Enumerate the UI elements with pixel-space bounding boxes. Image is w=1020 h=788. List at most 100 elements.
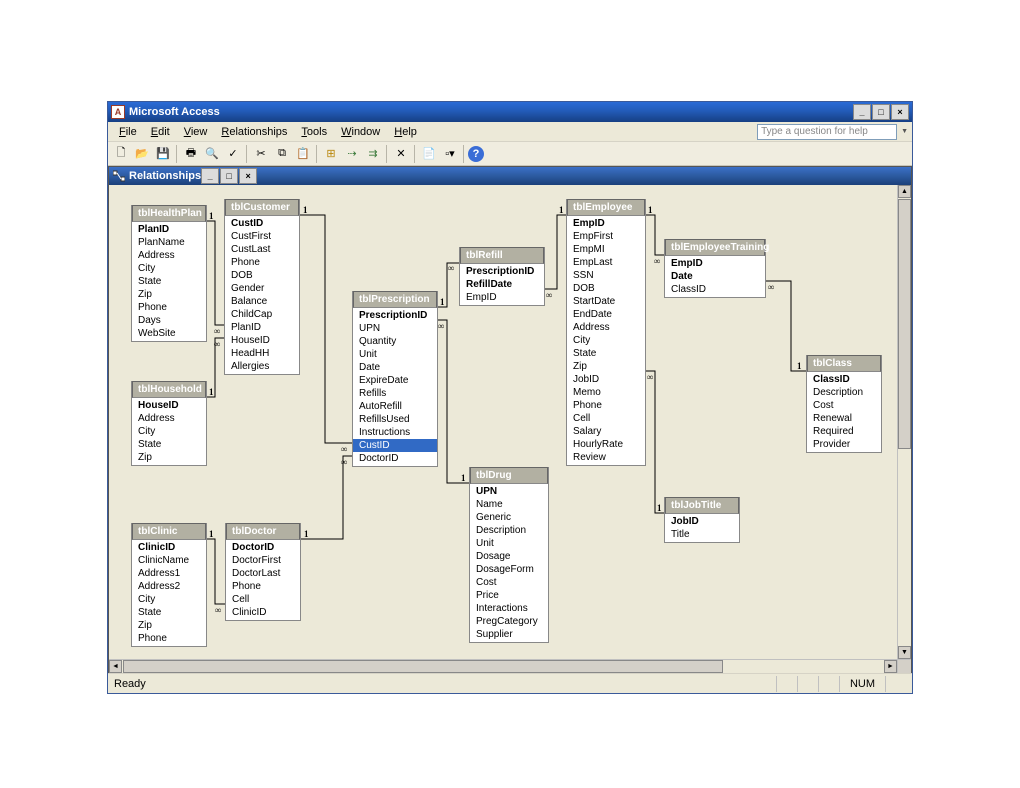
menu-window[interactable]: Window [334, 124, 387, 140]
table-tblHealthPlan[interactable]: tblHealthPlanPlanIDPlanNameAddressCitySt… [131, 205, 207, 342]
table-field[interactable]: ClassID [807, 373, 881, 386]
table-field[interactable]: City [132, 425, 206, 438]
table-header[interactable]: tblHealthPlan [132, 205, 206, 222]
scroll-thumb-h[interactable] [123, 660, 723, 673]
table-field[interactable]: PlanID [132, 223, 206, 236]
table-field[interactable]: Instructions [353, 426, 437, 439]
delete-icon[interactable]: ✕ [391, 144, 411, 164]
open-icon[interactable]: 📂 [132, 144, 152, 164]
table-field[interactable]: CustID [353, 439, 437, 452]
table-field[interactable]: State [567, 347, 645, 360]
close-button[interactable]: × [891, 104, 909, 120]
table-field[interactable]: PrescriptionID [460, 265, 544, 278]
table-field[interactable]: EmpMI [567, 243, 645, 256]
size-grip[interactable] [897, 659, 911, 673]
table-field[interactable]: Unit [353, 348, 437, 361]
table-field[interactable]: Phone [225, 256, 299, 269]
help-search-box[interactable]: Type a question for help [757, 124, 897, 140]
table-field[interactable]: RefillsUsed [353, 413, 437, 426]
horizontal-scrollbar[interactable]: ◄ ► [109, 659, 897, 673]
table-field[interactable]: Date [665, 270, 765, 283]
table-field[interactable]: Allergies [225, 360, 299, 373]
table-field[interactable]: PlanName [132, 236, 206, 249]
table-header[interactable]: tblDrug [470, 467, 548, 484]
table-field[interactable]: Description [807, 386, 881, 399]
title-bar[interactable]: A Microsoft Access _ □ × [108, 102, 912, 122]
show-all-icon[interactable]: ⇉ [363, 144, 383, 164]
table-header[interactable]: tblRefill [460, 247, 544, 264]
table-field[interactable]: Phone [132, 301, 206, 314]
print-preview-icon[interactable]: 🔍 [202, 144, 222, 164]
table-field[interactable]: Zip [567, 360, 645, 373]
table-header[interactable]: tblCustomer [225, 199, 299, 216]
table-field[interactable]: DoctorLast [226, 567, 300, 580]
table-field[interactable]: Memo [567, 386, 645, 399]
table-field[interactable]: EndDate [567, 308, 645, 321]
table-field[interactable]: CustFirst [225, 230, 299, 243]
table-field[interactable]: HeadHH [225, 347, 299, 360]
cut-icon[interactable]: ✂ [251, 144, 271, 164]
table-field[interactable]: EmpID [567, 217, 645, 230]
table-field[interactable]: Renewal [807, 412, 881, 425]
table-field[interactable]: StartDate [567, 295, 645, 308]
table-tblEmployee[interactable]: tblEmployeeEmpIDEmpFirstEmpMIEmpLastSSND… [566, 199, 646, 466]
table-field[interactable]: State [132, 438, 206, 451]
menu-relationships[interactable]: Relationships [214, 124, 294, 140]
table-field[interactable]: UPN [470, 485, 548, 498]
table-field[interactable]: Balance [225, 295, 299, 308]
table-field[interactable]: City [567, 334, 645, 347]
table-field[interactable]: Refills [353, 387, 437, 400]
table-field[interactable]: CustID [225, 217, 299, 230]
table-field[interactable]: AutoRefill [353, 400, 437, 413]
table-field[interactable]: DosageForm [470, 563, 548, 576]
table-header[interactable]: tblClinic [132, 523, 206, 540]
table-field[interactable]: Cell [226, 593, 300, 606]
table-field[interactable]: JobID [567, 373, 645, 386]
table-field[interactable]: JobID [665, 515, 739, 528]
save-icon[interactable]: 💾 [153, 144, 173, 164]
table-header[interactable]: tblDoctor [226, 523, 300, 540]
child-title-bar[interactable]: Relationships _ □ × [109, 167, 911, 185]
help-icon[interactable]: ? [468, 146, 484, 162]
table-field[interactable]: Name [470, 498, 548, 511]
table-field[interactable]: State [132, 606, 206, 619]
table-field[interactable]: EmpFirst [567, 230, 645, 243]
show-table-icon[interactable]: ⊞ [321, 144, 341, 164]
menu-view[interactable]: View [177, 124, 215, 140]
scroll-up-icon[interactable]: ▲ [898, 185, 911, 198]
scroll-down-icon[interactable]: ▼ [898, 646, 911, 659]
table-field[interactable]: Price [470, 589, 548, 602]
table-field[interactable]: HourlyRate [567, 438, 645, 451]
table-field[interactable]: EmpID [460, 291, 544, 304]
table-field[interactable]: EmpLast [567, 256, 645, 269]
table-field[interactable]: ChildCap [225, 308, 299, 321]
table-tblDoctor[interactable]: tblDoctorDoctorIDDoctorFirstDoctorLastPh… [225, 523, 301, 621]
report-icon[interactable]: 📄 [419, 144, 439, 164]
table-field[interactable]: Phone [226, 580, 300, 593]
table-field[interactable]: Phone [132, 632, 206, 645]
table-tblPrescription[interactable]: tblPrescriptionPrescriptionIDUPNQuantity… [352, 291, 438, 467]
table-field[interactable]: Dosage [470, 550, 548, 563]
table-field[interactable]: City [132, 262, 206, 275]
table-field[interactable]: Supplier [470, 628, 548, 641]
table-field[interactable]: State [132, 275, 206, 288]
table-field[interactable]: PlanID [225, 321, 299, 334]
menu-tools[interactable]: Tools [294, 124, 334, 140]
table-field[interactable]: DoctorID [226, 541, 300, 554]
table-header[interactable]: tblHousehold [132, 381, 206, 398]
copy-icon[interactable]: ⧉ [272, 144, 292, 164]
table-tblHousehold[interactable]: tblHouseholdHouseIDAddressCityStateZip [131, 381, 207, 466]
scroll-right-icon[interactable]: ► [884, 660, 897, 673]
new-icon[interactable]: 🗋 [111, 144, 131, 164]
table-field[interactable]: ClinicName [132, 554, 206, 567]
table-field[interactable]: HouseID [132, 399, 206, 412]
table-header[interactable]: tblEmployeeTraining [665, 239, 765, 256]
table-tblClinic[interactable]: tblClinicClinicIDClinicNameAddress1Addre… [131, 523, 207, 647]
table-tblJobTitle[interactable]: tblJobTitleJobIDTitle [664, 497, 740, 543]
print-icon[interactable]: 🖶 [181, 144, 201, 164]
table-field[interactable]: Description [470, 524, 548, 537]
table-field[interactable]: Cost [807, 399, 881, 412]
vertical-scrollbar[interactable]: ▲ ▼ [897, 185, 911, 659]
table-field[interactable]: ClassID [665, 283, 765, 296]
minimize-button[interactable]: _ [853, 104, 871, 120]
